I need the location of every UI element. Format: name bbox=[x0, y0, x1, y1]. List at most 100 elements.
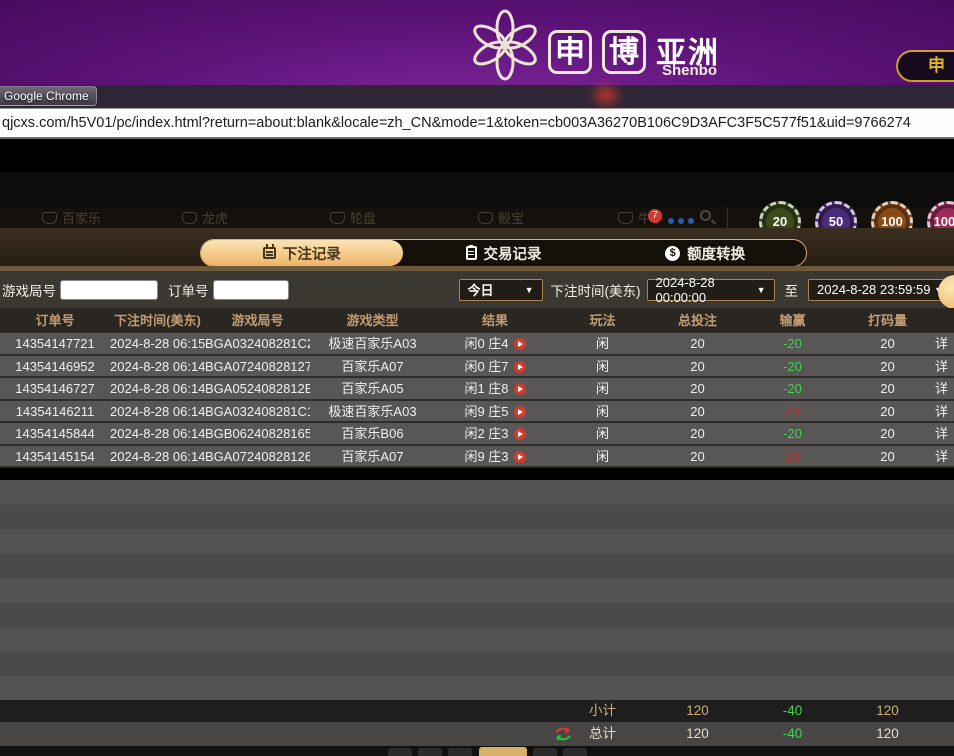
replay-icon[interactable] bbox=[514, 383, 526, 395]
date-from-value: 2024-8-28 00:00:00 bbox=[656, 275, 757, 305]
to-label: 至 bbox=[785, 280, 799, 300]
cell-order: 14354145154 bbox=[0, 446, 110, 467]
cell-bet: 20 bbox=[650, 356, 745, 377]
tab-group: 下注记录 交易记录 $ 额度转换 bbox=[200, 239, 807, 267]
col-detail bbox=[935, 308, 954, 333]
replay-icon[interactable] bbox=[514, 406, 526, 418]
cell-win: -20 bbox=[745, 356, 840, 377]
cell-volume: 20 bbox=[840, 423, 935, 444]
cell-play: 闲 bbox=[555, 423, 650, 444]
cell-detail: 详 bbox=[935, 401, 954, 422]
empty-rows-area bbox=[0, 480, 954, 700]
table-row: 143541462112024-8-28 06:14BGA032408281C1… bbox=[0, 401, 954, 424]
pagination-button[interactable] bbox=[563, 748, 587, 756]
cell-result: 闲2 庄3 bbox=[435, 423, 555, 444]
corner-gold-button[interactable]: 申 bbox=[896, 50, 954, 82]
cell-play: 闲 bbox=[555, 333, 650, 354]
cell-order: 14354147721 bbox=[0, 333, 110, 354]
game-round-input[interactable] bbox=[60, 280, 158, 300]
subtotal-label: 小计 bbox=[555, 700, 650, 722]
game-menu-label: 百家乐 bbox=[62, 208, 101, 227]
cell-time: 2024-8-28 06:14 bbox=[110, 356, 205, 377]
tab-quota-transfer[interactable]: $ 额度转换 bbox=[604, 240, 806, 266]
cell-result: 闲0 庄4 bbox=[435, 333, 555, 354]
table-header-row: 订单号 下注时间(美东) 游戏局号 游戏类型 结果 玩法 总投注 输赢 打码量 bbox=[0, 308, 954, 333]
game-menu-label: 骰宝 bbox=[498, 208, 524, 227]
game-round-label: 游戏局号 bbox=[2, 280, 56, 300]
currency-swap-icon[interactable] bbox=[554, 727, 572, 741]
table-row: 143541458442024-8-28 06:14BGB06240828165… bbox=[0, 423, 954, 446]
tab-bet-records[interactable]: 下注记录 bbox=[201, 240, 403, 266]
flower-logo-icon bbox=[462, 6, 548, 84]
page-body: 百家乐龙虎轮盘骰宝牛牛 7 20501001000 下注记录 交易记录 bbox=[0, 139, 954, 756]
tab-label: 交易记录 bbox=[484, 243, 542, 264]
cell-time: 2024-8-28 06:15 bbox=[110, 333, 205, 354]
brand-char-shen: 申 bbox=[548, 30, 592, 74]
game-icon bbox=[478, 212, 493, 224]
replay-icon[interactable] bbox=[514, 428, 526, 440]
quota-transfer-icon: $ bbox=[665, 246, 680, 261]
table-row: 143541477212024-8-28 06:15BGA032408281C2… bbox=[0, 333, 954, 356]
cell-order: 14354146727 bbox=[0, 378, 110, 399]
cell-round: BGA032408281C1 bbox=[205, 401, 310, 422]
game-menu-item[interactable]: 轮盘 bbox=[330, 209, 376, 226]
col-order: 订单号 bbox=[0, 308, 110, 333]
game-icon bbox=[618, 212, 633, 224]
brand-latin-text: Shenbo bbox=[662, 62, 717, 79]
cell-type: 百家乐A07 bbox=[310, 446, 435, 467]
tab-label: 下注记录 bbox=[283, 243, 341, 264]
cell-volume: 20 bbox=[840, 401, 935, 422]
address-bar[interactable]: qjcxs.com/h5V01/pc/index.html?return=abo… bbox=[0, 108, 954, 139]
cell-order: 14354146211 bbox=[0, 401, 110, 422]
replay-icon[interactable] bbox=[514, 451, 526, 463]
cell-type: 极速百家乐A03 bbox=[310, 401, 435, 422]
total-volume: 120 bbox=[840, 722, 935, 746]
pagination-button[interactable] bbox=[448, 748, 472, 756]
cell-result: 闲9 庄5 bbox=[435, 401, 555, 422]
game-menu-item[interactable]: 百家乐 bbox=[42, 209, 101, 226]
search-icon[interactable] bbox=[700, 210, 711, 221]
replay-icon[interactable] bbox=[514, 338, 526, 350]
filter-bar: 游戏局号 订单号 今日 ▼ 下注时间(美东) 2024-8-28 00:00:0… bbox=[0, 271, 954, 308]
total-bet: 120 bbox=[650, 722, 745, 746]
pagination-button[interactable] bbox=[388, 748, 412, 756]
notification-badge: 7 bbox=[648, 209, 662, 223]
cell-win: -20 bbox=[745, 423, 840, 444]
total-win: -40 bbox=[745, 722, 840, 746]
game-icon bbox=[330, 212, 345, 224]
cell-volume: 20 bbox=[840, 356, 935, 377]
pagination-active-button[interactable] bbox=[479, 747, 527, 756]
replay-icon[interactable] bbox=[514, 361, 526, 373]
window-title-strip: Google Chrome bbox=[0, 85, 954, 108]
cell-type: 百家乐A07 bbox=[310, 356, 435, 377]
cell-time: 2024-8-28 06:14 bbox=[110, 378, 205, 399]
table-row: 143541469522024-8-28 06:14BGA07240828127… bbox=[0, 356, 954, 379]
col-volume: 打码量 bbox=[840, 308, 935, 333]
brand-char-bo: 博 bbox=[602, 30, 646, 74]
cell-order: 14354146952 bbox=[0, 356, 110, 377]
col-result: 结果 bbox=[435, 308, 555, 333]
game-menu-label: 轮盘 bbox=[350, 208, 376, 227]
pagination-button[interactable] bbox=[418, 748, 442, 756]
date-from-select[interactable]: 2024-8-28 00:00:00 ▼ bbox=[647, 279, 775, 301]
cell-round: BGA0524082812B bbox=[205, 378, 310, 399]
transaction-records-icon bbox=[466, 246, 477, 260]
pagination-button[interactable] bbox=[533, 748, 557, 756]
col-type: 游戏类型 bbox=[310, 308, 435, 333]
subtotal-row: 小计 120 -40 120 bbox=[0, 700, 954, 722]
tab-strip: 下注记录 交易记录 $ 额度转换 bbox=[0, 228, 954, 268]
game-menu-item[interactable]: 骰宝 bbox=[478, 209, 524, 226]
tab-transaction-records[interactable]: 交易记录 bbox=[403, 240, 605, 266]
divider bbox=[727, 207, 728, 228]
cell-detail: 详 bbox=[935, 446, 954, 467]
cell-round: BGA07240828127 bbox=[205, 356, 310, 377]
col-round: 游戏局号 bbox=[205, 308, 310, 333]
cell-volume: 20 bbox=[840, 446, 935, 467]
date-range-select[interactable]: 今日 ▼ bbox=[459, 279, 543, 301]
date-to-select[interactable]: 2024-8-28 23:59:59 ▼ bbox=[808, 279, 952, 301]
game-menu-item[interactable]: 龙虎 bbox=[182, 209, 228, 226]
cell-order: 14354145844 bbox=[0, 423, 110, 444]
col-bet: 总投注 bbox=[650, 308, 745, 333]
cell-detail: 详 bbox=[935, 378, 954, 399]
order-number-input[interactable] bbox=[213, 280, 289, 300]
